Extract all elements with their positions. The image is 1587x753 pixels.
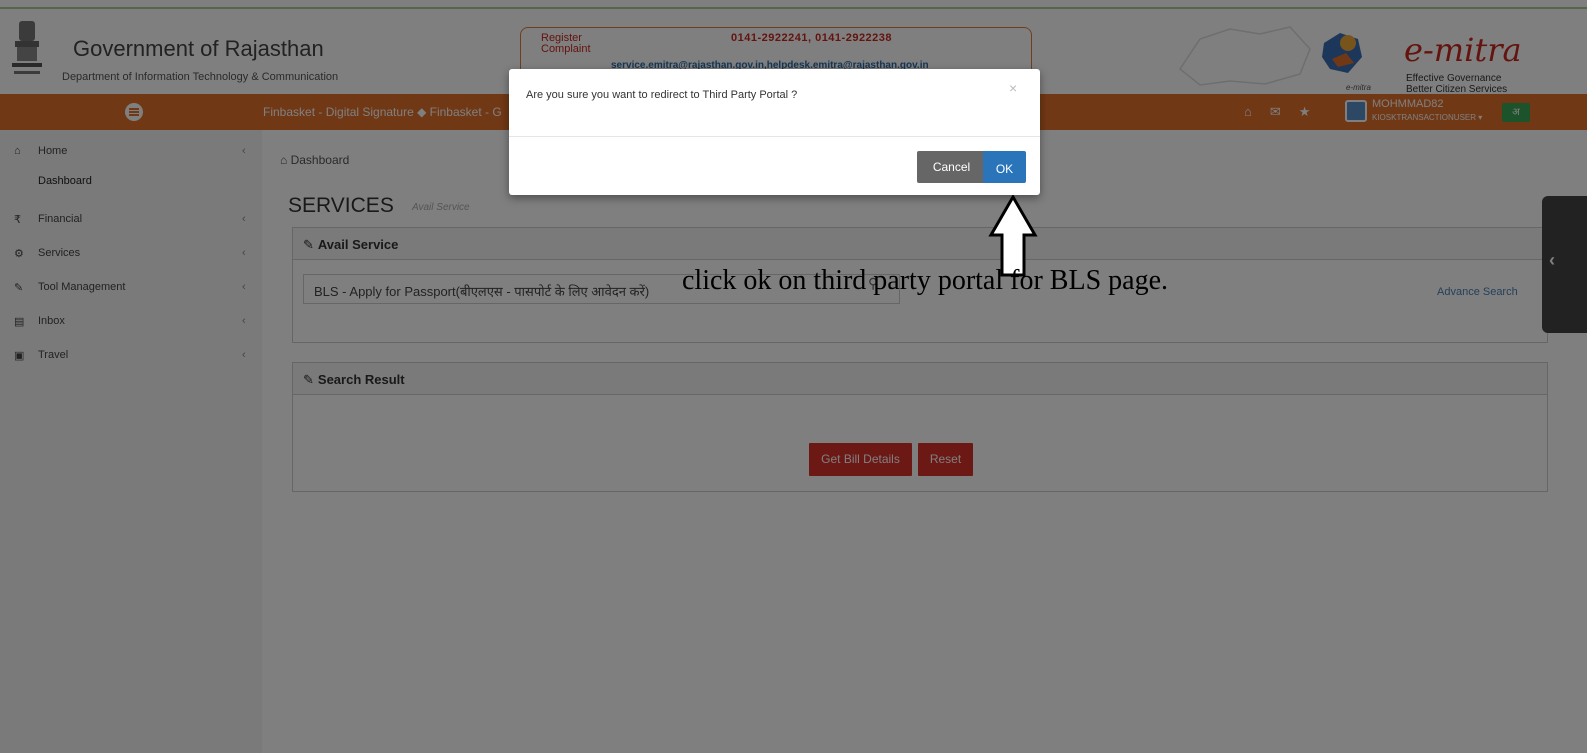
dialog-divider xyxy=(509,136,1040,137)
annotation-text: click ok on third party portal for BLS p… xyxy=(682,265,1168,296)
cancel-button[interactable]: Cancel xyxy=(917,151,986,183)
ok-button[interactable]: OK xyxy=(983,151,1026,183)
redirect-confirm-dialog: Are you sure you want to redirect to Thi… xyxy=(509,69,1040,195)
close-icon[interactable]: × xyxy=(1009,80,1017,96)
dialog-message: Are you sure you want to redirect to Thi… xyxy=(526,89,798,101)
